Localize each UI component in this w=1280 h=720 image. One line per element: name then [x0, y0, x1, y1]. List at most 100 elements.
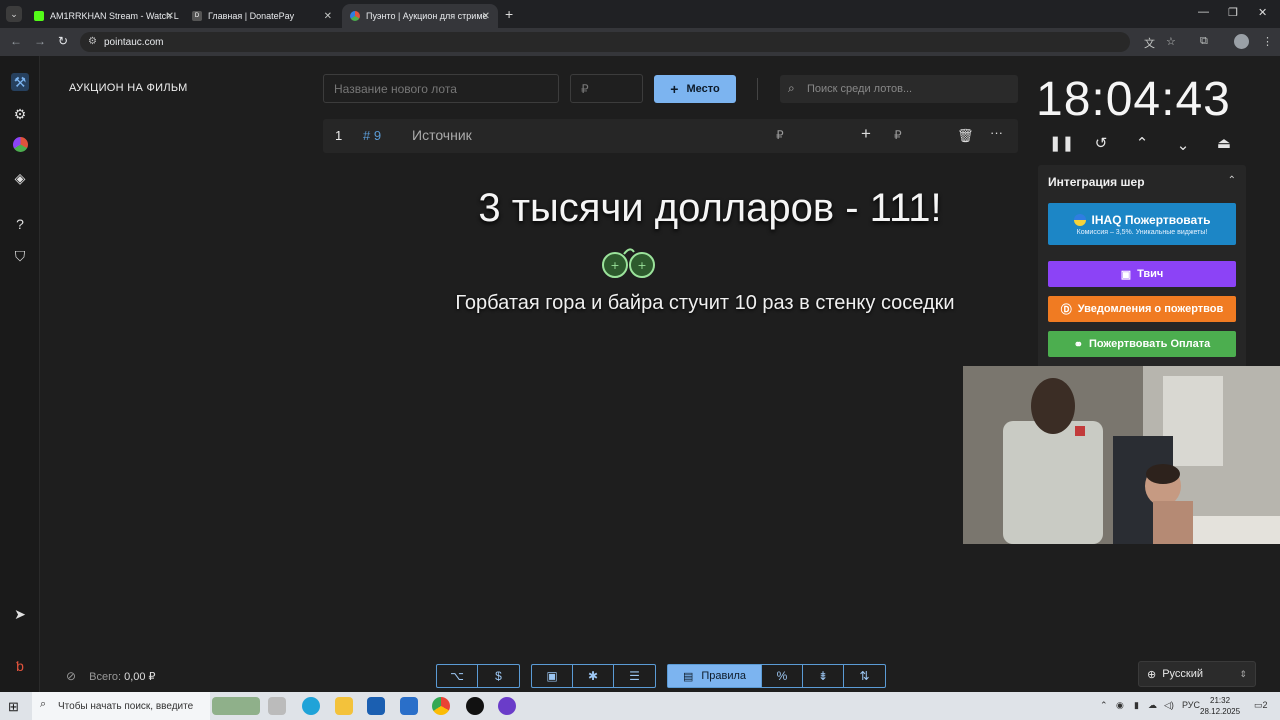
twitch-icon: ▣: [1120, 268, 1132, 281]
tray-app-icon[interactable]: ◉: [1116, 700, 1124, 711]
donationalerts-button[interactable]: Ⓓ Уведомления о пожертвов: [1048, 296, 1236, 322]
chevron-up-icon[interactable]: ⌃: [1228, 175, 1236, 186]
trash-icon[interactable]: 🗑: [957, 128, 974, 144]
history-icon[interactable]: ☰: [614, 665, 655, 687]
usb-icon[interactable]: ▮: [1134, 700, 1139, 711]
help-icon[interactable]: ?: [11, 215, 29, 233]
obs-icon[interactable]: [466, 697, 484, 715]
save-icon[interactable]: ▣: [532, 665, 573, 687]
file-explorer-icon[interactable]: [335, 697, 353, 715]
donate-dollar-icon[interactable]: $: [478, 665, 519, 687]
pause-icon[interactable]: ❚❚: [1049, 134, 1074, 152]
windows-start-icon[interactable]: ⊞: [8, 699, 19, 715]
donation-logo-icon: + +: [602, 248, 655, 278]
rules-label: Правила: [701, 670, 747, 682]
twitch-button[interactable]: ▣ Твич: [1048, 261, 1236, 287]
search-highlight-icon[interactable]: [212, 697, 260, 715]
bug-icon[interactable]: ✱: [573, 665, 614, 687]
reload-icon[interactable]: ↻: [58, 34, 68, 48]
globe-icon: ⊕: [1147, 668, 1157, 681]
integration-panel: Интеграция шер ⌃ IHAQ Пожертвовать Комис…: [1038, 165, 1246, 370]
lot-row[interactable]: 1 # 9 Источник ₽ + ₽ 🗑 ···: [323, 119, 1018, 153]
gavel-icon[interactable]: ⚒: [11, 73, 29, 91]
plus-icon[interactable]: +: [861, 124, 871, 144]
edge-icon[interactable]: [302, 697, 320, 715]
sort-icon[interactable]: ⇅: [844, 665, 885, 687]
lot-name-input[interactable]: Название нового лота: [323, 74, 559, 103]
rules-button[interactable]: ▤ Правила: [668, 665, 762, 687]
new-tab-button[interactable]: +: [505, 6, 513, 22]
volume-icon[interactable]: ◁): [1164, 700, 1174, 711]
shield-icon[interactable]: ⛉: [11, 247, 29, 265]
lot-search-input[interactable]: ⌕ Поиск среди лотов...: [780, 75, 1018, 103]
notification-count: 2: [1262, 700, 1268, 710]
address-bar[interactable]: ⚙ pointauc.com: [80, 32, 1130, 52]
search-placeholder: Поиск среди лотов...: [807, 83, 913, 95]
eject-icon[interactable]: ⏏: [1213, 134, 1235, 152]
close-icon[interactable]: ✕: [482, 11, 490, 22]
integration-title: Интеграция шер: [1048, 175, 1145, 189]
reset-icon[interactable]: ↺: [1090, 134, 1112, 152]
tab-search-button[interactable]: ⌄: [6, 6, 22, 22]
input-language[interactable]: РУС: [1182, 700, 1200, 710]
maximize-icon[interactable]: ❐: [1228, 6, 1238, 19]
compress-icon[interactable]: ⇟: [803, 665, 844, 687]
close-icon[interactable]: ✕: [324, 11, 332, 22]
taskbar-search-placeholder: Чтобы начать поиск, введите: [58, 700, 194, 712]
percent-icon[interactable]: %: [762, 665, 803, 687]
tab-kick-stream[interactable]: AM1RRKHAN Stream - Watch L ✕: [26, 4, 182, 28]
close-icon[interactable]: ✕: [166, 11, 174, 22]
bookmark-star-icon[interactable]: ☆: [1166, 35, 1176, 48]
donate-button-ihaq[interactable]: IHAQ Пожертвовать Комиссия – 3,5%. Уника…: [1048, 203, 1236, 245]
minimize-icon[interactable]: —: [1198, 6, 1209, 18]
app-icon[interactable]: [498, 697, 516, 715]
lot-add-amount[interactable]: ₽: [894, 128, 902, 142]
translate-icon[interactable]: 文: [1144, 35, 1155, 51]
profile-avatar[interactable]: [1234, 34, 1249, 49]
total-value: 0,00 ₽: [124, 671, 156, 683]
taskbar-search[interactable]: ⌕ Чтобы начать поиск, введите: [32, 692, 210, 720]
url-text: pointauc.com: [104, 36, 164, 48]
chevron-up-icon[interactable]: ⌃: [1131, 134, 1153, 152]
taskbar-clock[interactable]: 21:32 28.12.2025: [1200, 695, 1240, 717]
task-view-icon[interactable]: [268, 697, 286, 715]
add-lot-label: Место: [686, 83, 720, 95]
lot-name[interactable]: Источник: [412, 127, 472, 143]
lot-amount: ₽: [776, 128, 784, 142]
layers-icon[interactable]: ◈: [11, 169, 29, 187]
site-info-icon[interactable]: ⚙: [88, 36, 97, 47]
settings-icon[interactable]: ⚙: [11, 105, 29, 123]
tab-donatepay[interactable]: D Главная | DonatePay ✕: [184, 4, 340, 28]
forward-icon[interactable]: →: [34, 34, 46, 48]
lot-id[interactable]: # 9: [363, 128, 381, 143]
back-icon[interactable]: ←: [10, 34, 22, 48]
wheel-icon[interactable]: [11, 137, 29, 155]
store-icon[interactable]: [367, 697, 385, 715]
language-select[interactable]: ⊕ Русский ⇕: [1138, 661, 1256, 687]
chevron-down-icon[interactable]: ⌄: [1172, 136, 1194, 154]
tab-title: Пуэнто | Аукцион для стриме: [366, 11, 488, 21]
boosty-icon[interactable]: ƅ: [11, 657, 29, 675]
total-display: ⊘ Всего: 0,00 ₽: [66, 669, 156, 683]
hidden-eye-icon[interactable]: ⊘: [66, 669, 76, 683]
github-icon[interactable]: ⌥: [437, 665, 478, 687]
network-icon[interactable]: ☁: [1148, 700, 1157, 711]
browser-tab-strip: ⌄ AM1RRKHAN Stream - Watch L ✕ D Главная…: [0, 0, 1280, 28]
divider: [757, 78, 758, 100]
tray-chevron-icon[interactable]: ⌃: [1100, 700, 1108, 711]
clock-time: 21:32: [1210, 696, 1231, 705]
tab-pointauc[interactable]: Пуэнто | Аукцион для стриме ✕: [342, 4, 498, 28]
menu-icon[interactable]: ⋮: [1262, 35, 1273, 48]
add-lot-button[interactable]: + Место: [654, 75, 736, 103]
donatepay-button[interactable]: ⚭ Пожертвовать Оплата: [1048, 331, 1236, 357]
chrome-icon[interactable]: [432, 697, 450, 715]
notification-icon[interactable]: ▭2: [1254, 700, 1268, 711]
more-icon[interactable]: ···: [990, 125, 1003, 140]
lot-amount-input[interactable]: ₽: [570, 74, 643, 103]
close-window-icon[interactable]: ✕: [1258, 6, 1267, 19]
view-group: ▤ Правила % ⇟ ⇅: [667, 664, 886, 688]
lot-amount-placeholder: ₽: [581, 81, 589, 96]
mail-icon[interactable]: [400, 697, 418, 715]
extensions-icon[interactable]: ⧉: [1200, 35, 1208, 48]
telegram-icon[interactable]: ➤: [11, 605, 29, 623]
